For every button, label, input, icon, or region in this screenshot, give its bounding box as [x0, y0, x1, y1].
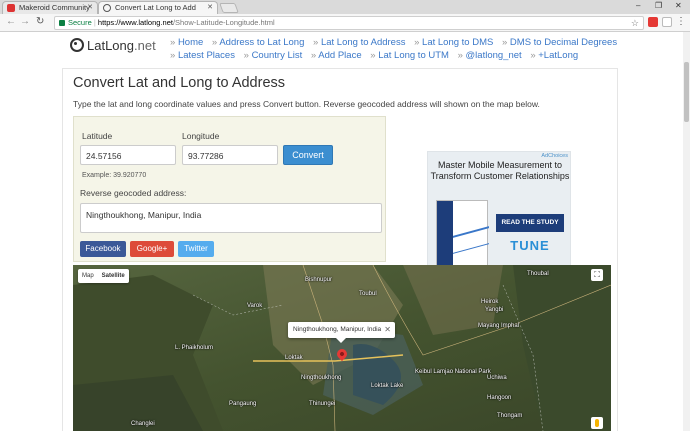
ad-headline: Master Mobile Measurement to Transform C… [430, 160, 570, 181]
makeroid-favicon-icon [7, 4, 15, 12]
forward-arrow-icon[interactable]: → [20, 16, 30, 27]
site-logo[interactable]: LatLong.net [70, 36, 156, 54]
extension-icon[interactable] [648, 17, 658, 27]
lock-icon [59, 20, 65, 26]
url-path: /Show-Latitude-Longitude.html [172, 18, 275, 27]
latitude-input[interactable]: 24.57156 [80, 145, 176, 165]
convert-form: Latitude Longitude 24.57156 93.77286 Con… [73, 116, 386, 262]
label-yangbi: Yangbi [485, 307, 504, 313]
convert-button[interactable]: Convert [283, 145, 333, 165]
nav-add-place[interactable]: Add Place [311, 50, 362, 61]
maximize-button[interactable]: ❐ [655, 1, 662, 10]
label-hangoon: Hangoon [487, 395, 512, 401]
label-loktak-lake: Loktak Lake [371, 383, 404, 389]
map-type-control: Map Satellite [78, 269, 129, 283]
new-tab-button[interactable] [219, 3, 239, 13]
tab-title: Convert Lat Long to Add [115, 3, 196, 12]
map-type-map[interactable]: Map [78, 269, 98, 283]
twitter-button[interactable]: Twitter [178, 241, 214, 257]
adchoices-label[interactable]: AdChoices [541, 153, 568, 159]
label-thongam: Thongam [497, 413, 523, 419]
globe-icon [70, 38, 84, 52]
extension-icon[interactable] [662, 17, 672, 27]
label-mayang: Mayang Imphal [478, 323, 520, 329]
address-textarea[interactable]: Ningthoukhong, Manipur, India [80, 203, 382, 233]
tab-strip: Makeroid Community ✕ Convert Lat Long to… [0, 0, 690, 14]
browser-menu-icon[interactable]: ⋮ [676, 16, 686, 27]
page-title: Convert Lat and Long to Address [73, 75, 286, 91]
fullscreen-icon[interactable]: ⛶ [591, 269, 603, 281]
nav-country-list[interactable]: Country List [244, 50, 303, 61]
nav-twitter-handle[interactable]: @latlong_net [458, 50, 522, 61]
secure-label: Secure [68, 18, 92, 27]
url-input[interactable]: Secure | https://www.latlong.net/Show-La… [54, 16, 644, 30]
close-icon[interactable]: ✕ [384, 322, 391, 338]
map-view[interactable]: Map Satellite ⛶ Bishnupur Toubul Varok T… [73, 265, 611, 431]
nav-google-plus[interactable]: +LatLong [530, 50, 578, 61]
advertisement[interactable]: AdChoices Master Mobile Measurement to T… [427, 151, 571, 271]
address-label: Reverse geocoded address: [80, 188, 187, 198]
facebook-button[interactable]: Facebook [80, 241, 126, 257]
label-pangaung: Pangaung [229, 401, 257, 407]
web-page: LatLong.net Home Address to Lat Long Lat… [0, 32, 690, 431]
info-window-text: Ningthoukhong, Manipur, India [293, 326, 382, 333]
logo-text: LatLong [87, 37, 134, 53]
nav-latlong-to-dms[interactable]: Lat Long to DMS [414, 37, 493, 48]
scrollbar-thumb[interactable] [684, 62, 689, 122]
longitude-input[interactable]: 93.77286 [182, 145, 278, 165]
close-tab-icon[interactable]: ✕ [87, 3, 93, 11]
reload-icon[interactable]: ↻ [36, 16, 44, 27]
intro-text: Type the lat and long coordinate values … [73, 99, 540, 109]
ad-read-study-button[interactable]: READ THE STUDY [496, 214, 564, 232]
tab-makeroid[interactable]: Makeroid Community ✕ [2, 1, 98, 14]
label-changlei: Changlei [131, 421, 155, 427]
logo-suffix: .net [134, 37, 156, 53]
nav-latest-places[interactable]: Latest Places [170, 50, 235, 61]
nav-dms-to-decimal[interactable]: DMS to Decimal Degrees [502, 37, 617, 48]
nav-home[interactable]: Home [170, 37, 203, 48]
label-ningthoukhong: Ningthoukhong [301, 375, 342, 381]
label-heirok: Heirok [481, 299, 499, 305]
label-keibul: Keibul Lamjao National Park [415, 369, 491, 375]
page-scrollbar[interactable] [683, 32, 690, 431]
street-view-pegman-icon[interactable] [591, 417, 603, 429]
google-plus-button[interactable]: Google+ [130, 241, 174, 257]
bookmark-star-icon[interactable]: ☆ [631, 17, 639, 29]
latitude-label: Latitude [82, 131, 113, 141]
minimize-button[interactable]: – [636, 1, 640, 10]
map-info-window: Ningthoukhong, Manipur, India ✕ [288, 322, 395, 343]
latlong-favicon-icon [103, 4, 111, 12]
label-phaikholum: L. Phaikholum [175, 345, 214, 351]
label-loktak: Loktak [285, 355, 303, 361]
nav-address-to-latlong[interactable]: Address to Lat Long [212, 37, 304, 48]
label-toubul: Toubul [359, 291, 377, 297]
address-bar: ← → ↻ Secure | https://www.latlong.net/S… [0, 14, 690, 32]
url-host: https://www.latlong.net [97, 18, 173, 27]
nav-latlong-to-address[interactable]: Lat Long to Address [313, 37, 405, 48]
top-nav: Home Address to Lat Long Lat Long to Add… [170, 36, 650, 62]
ad-brand-logo: TUNE [510, 238, 550, 253]
nav-latlong-to-utm[interactable]: Lat Long to UTM [370, 50, 449, 61]
label-uchiwa: Uchiwa [487, 375, 507, 381]
ad-report-image [436, 200, 489, 271]
tab-title: Makeroid Community [19, 3, 90, 12]
longitude-label: Longitude [182, 131, 220, 141]
close-tab-icon[interactable]: ✕ [207, 3, 213, 11]
label-bishnupur: Bishnupur [305, 277, 333, 283]
back-arrow-icon[interactable]: ← [6, 16, 16, 27]
label-thoubal: Thoubal [527, 271, 549, 277]
tab-latlong[interactable]: Convert Lat Long to Add ✕ [98, 1, 218, 14]
close-window-button[interactable]: ✕ [675, 1, 682, 10]
example-text: Example: 39.920770 [82, 172, 147, 179]
map-type-satellite[interactable]: Satellite [98, 269, 129, 283]
label-thinungei: Thinungei [309, 401, 336, 407]
main-content: Convert Lat and Long to Address Type the… [62, 69, 618, 431]
label-varok: Varok [247, 303, 263, 309]
